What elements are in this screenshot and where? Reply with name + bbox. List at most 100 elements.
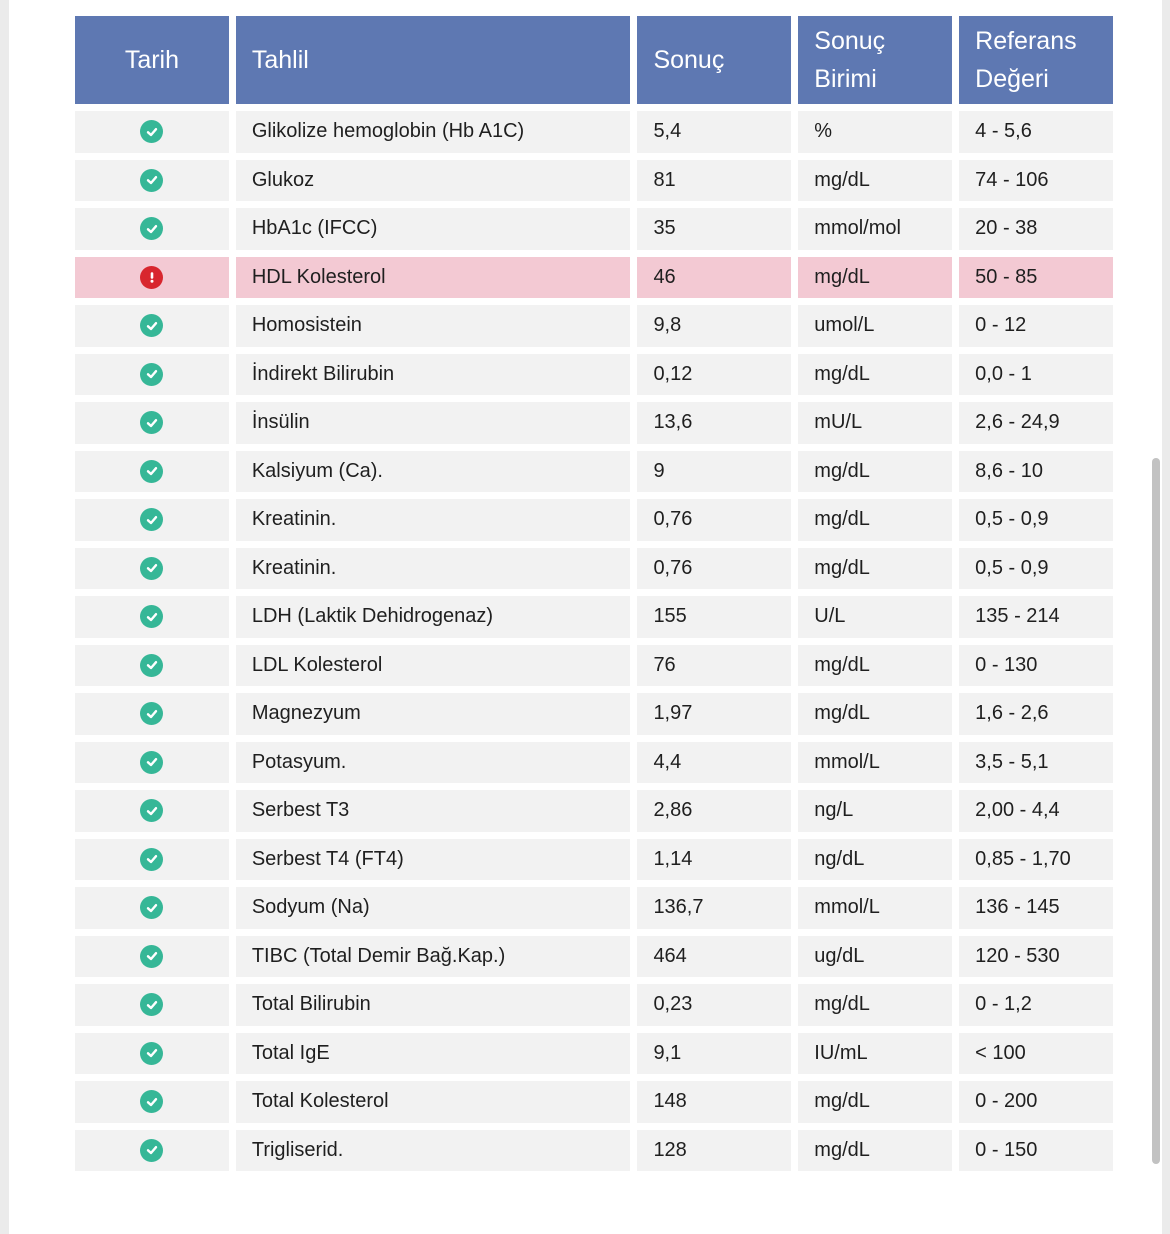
check-circle-icon xyxy=(140,168,164,192)
unit-cell: mU/L xyxy=(798,402,953,444)
result-cell: 9,8 xyxy=(637,305,792,347)
result-cell: 5,4 xyxy=(637,111,792,153)
table-row: TIBC (Total Demir Bağ.Kap.) 464 ug/dL 120 -… xyxy=(75,935,1114,977)
table-row: Kreatinin. 0,76 mg/dL 0,5 - 0,9 xyxy=(75,547,1114,589)
reference-cell: 50 - 85 xyxy=(959,256,1114,298)
reference-cell: 0,0 - 1 xyxy=(959,353,1114,395)
result-cell: 46 xyxy=(637,256,792,298)
table-row: Potasyum. 4,4 mmol/L 3,5 - 5,1 xyxy=(75,741,1114,783)
status-cell xyxy=(75,1081,229,1123)
test-name-cell: Total Kolesterol xyxy=(235,1081,631,1123)
reference-cell: 0 - 12 xyxy=(959,305,1114,347)
exclamation-circle-icon xyxy=(140,265,164,289)
check-circle-icon xyxy=(140,1090,164,1114)
status-cell xyxy=(75,935,229,977)
table-row: Serbest T3 2,86 ng/L 2,00 - 4,4 xyxy=(75,790,1114,832)
unit-cell: mg/dL xyxy=(798,353,953,395)
table-row: Kreatinin. 0,76 mg/dL 0,5 - 0,9 xyxy=(75,499,1114,541)
check-circle-icon xyxy=(140,847,164,871)
check-circle-icon xyxy=(140,896,164,920)
header-date: Tarih xyxy=(75,16,229,104)
table-row: Magnezyum 1,97 mg/dL 1,6 - 2,6 xyxy=(75,693,1114,735)
table-header-row: Tarih Tahlil Sonuç Sonuç Birimi Referans… xyxy=(75,16,1114,104)
table-row: Serbest T4 (FT4) 1,14 ng/dL 0,85 - 1,70 xyxy=(75,838,1114,880)
header-test: Tahlil xyxy=(235,16,631,104)
check-circle-icon xyxy=(140,1138,164,1162)
unit-cell: mg/dL xyxy=(798,644,953,686)
table-row: Kalsiyum (Ca). 9 mg/dL 8,6 - 10 xyxy=(75,450,1114,492)
unit-cell: mg/dL xyxy=(798,547,953,589)
result-cell: 1,97 xyxy=(637,693,792,735)
reference-cell: 2,00 - 4,4 xyxy=(959,790,1114,832)
check-circle-icon xyxy=(140,362,164,386)
lab-results-table: Tarih Tahlil Sonuç Sonuç Birimi Referans… xyxy=(75,16,1114,1178)
vertical-scrollbar[interactable] xyxy=(1152,458,1160,1164)
result-cell: 148 xyxy=(637,1081,792,1123)
unit-cell: mg/dL xyxy=(798,450,953,492)
check-circle-icon xyxy=(140,605,164,629)
status-cell xyxy=(75,887,229,929)
unit-cell: mg/dL xyxy=(798,984,953,1026)
table-row: Sodyum (Na) 136,7 mmol/L 136 - 145 xyxy=(75,887,1114,929)
result-cell: 9,1 xyxy=(637,1032,792,1074)
check-circle-icon xyxy=(140,653,164,677)
status-cell xyxy=(75,838,229,880)
table-row: HDL Kolesterol 46 mg/dL 50 - 85 xyxy=(75,256,1114,298)
check-circle-icon xyxy=(140,799,164,823)
test-name-cell: Serbest T3 xyxy=(235,790,631,832)
result-cell: 464 xyxy=(637,935,792,977)
table-row: Total Bilirubin 0,23 mg/dL 0 - 1,2 xyxy=(75,984,1114,1026)
result-cell: 4,4 xyxy=(637,741,792,783)
test-name-cell: Magnezyum xyxy=(235,693,631,735)
unit-cell: mmol/mol xyxy=(798,208,953,250)
unit-cell: IU/mL xyxy=(798,1032,953,1074)
table-row: LDL Kolesterol 76 mg/dL 0 - 130 xyxy=(75,644,1114,686)
unit-cell: mmol/L xyxy=(798,741,953,783)
unit-cell: ng/L xyxy=(798,790,953,832)
result-cell: 1,14 xyxy=(637,838,792,880)
table-row: İndirekt Bilirubin 0,12 mg/dL 0,0 - 1 xyxy=(75,353,1114,395)
check-circle-icon xyxy=(140,993,164,1017)
reference-cell: 0 - 200 xyxy=(959,1081,1114,1123)
test-name-cell: Potasyum. xyxy=(235,741,631,783)
result-cell: 155 xyxy=(637,596,792,638)
test-name-cell: Sodyum (Na) xyxy=(235,887,631,929)
result-cell: 128 xyxy=(637,1129,792,1171)
unit-cell: ug/dL xyxy=(798,935,953,977)
reference-cell: 120 - 530 xyxy=(959,935,1114,977)
test-name-cell: Total IgE xyxy=(235,1032,631,1074)
reference-cell: 3,5 - 5,1 xyxy=(959,741,1114,783)
check-circle-icon xyxy=(140,1041,164,1065)
test-name-cell: Total Bilirubin xyxy=(235,984,631,1026)
table-row: Glikolize hemoglobin (Hb A1C) 5,4% 4 - 5,6 xyxy=(75,111,1114,153)
status-cell xyxy=(75,402,229,444)
test-name-cell: Homosistein xyxy=(235,305,631,347)
check-circle-icon xyxy=(140,314,164,338)
status-cell xyxy=(75,1129,229,1171)
results-panel: Tarih Tahlil Sonuç Sonuç Birimi Referans… xyxy=(9,0,1162,1234)
header-unit: Sonuç Birimi xyxy=(798,16,953,104)
unit-cell: umol/L xyxy=(798,305,953,347)
unit-cell: mg/dL xyxy=(798,499,953,541)
status-cell xyxy=(75,693,229,735)
status-cell xyxy=(75,256,229,298)
reference-cell: 0,85 - 1,70 xyxy=(959,838,1114,880)
status-cell xyxy=(75,208,229,250)
table-row: Trigliserid. 128 mg/dL 0 - 150 xyxy=(75,1129,1114,1171)
result-cell: 136,7 xyxy=(637,887,792,929)
header-reference: Referans Değeri xyxy=(959,16,1114,104)
unit-cell: mmol/L xyxy=(798,887,953,929)
unit-cell: mg/dL xyxy=(798,1129,953,1171)
result-cell: 13,6 xyxy=(637,402,792,444)
check-circle-icon xyxy=(140,120,164,144)
check-circle-icon xyxy=(140,556,164,580)
check-circle-icon xyxy=(140,459,164,483)
unit-cell: U/L xyxy=(798,596,953,638)
table-row: HbA1c (IFCC) 35 mmol/mol 20 - 38 xyxy=(75,208,1114,250)
test-name-cell: TIBC (Total Demir Bağ.Kap.) xyxy=(235,935,631,977)
test-name-cell: İndirekt Bilirubin xyxy=(235,353,631,395)
check-circle-icon xyxy=(140,508,164,532)
status-cell xyxy=(75,984,229,1026)
reference-cell: 0,5 - 0,9 xyxy=(959,547,1114,589)
check-circle-icon xyxy=(140,217,164,241)
